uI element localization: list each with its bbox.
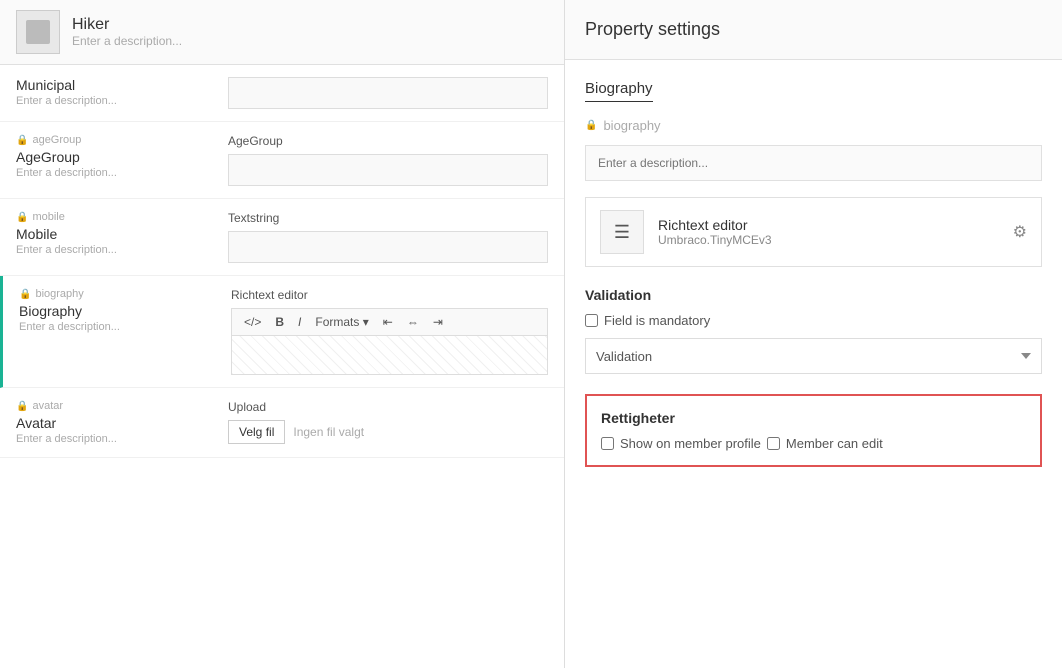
right-header: Property settings — [565, 0, 1062, 60]
prop-desc-municipal: Enter a description... — [16, 95, 216, 107]
richtext-body[interactable] — [231, 335, 548, 375]
prop-desc-avatar: Enter a description... — [16, 433, 216, 445]
bold-btn[interactable]: B — [271, 313, 288, 331]
rettigheter-section: Rettigheter Show on member profile Membe… — [585, 394, 1042, 467]
richtext-toolbar: </> B I Formats ▾ ⇤ ⇔ ⇥ — [231, 308, 548, 335]
left-header: Hiker Enter a description... — [0, 0, 564, 65]
biography-section-title: Biography — [585, 80, 653, 102]
prop-editor-agegroup: AgeGroup — [216, 134, 548, 186]
show-on-profile-label: Show on member profile — [620, 436, 761, 451]
rettigheter-title: Rettigheter — [601, 410, 1026, 426]
agegroup-input[interactable] — [228, 154, 548, 186]
align-center-btn[interactable]: ⇔ — [403, 313, 423, 331]
field-alias-row: 🔒 biography — [585, 118, 1042, 133]
rettigheter-checkboxes: Show on member profile Member can edit — [601, 436, 1026, 451]
right-panel: Property settings Biography 🔒 biography … — [565, 0, 1062, 668]
left-panel: Hiker Enter a description... Municipal E… — [0, 0, 565, 668]
lock-icon-agegroup: 🔒 — [16, 135, 28, 146]
member-name: Hiker — [72, 16, 182, 34]
property-settings-title: Property settings — [585, 19, 720, 40]
prop-desc-biography: Enter a description... — [19, 321, 219, 333]
mobile-input[interactable] — [228, 231, 548, 263]
property-row-agegroup: 🔒 ageGroup AgeGroup Enter a description.… — [0, 122, 564, 199]
editor-card-info: Richtext editor Umbraco.TinyMCEv3 — [658, 217, 772, 247]
field-alias-text: biography — [603, 118, 660, 133]
prop-label-avatar: 🔒 avatar Avatar Enter a description... — [16, 400, 216, 445]
mandatory-row: Field is mandatory — [585, 313, 1042, 328]
richtext-editor-icon: ☰ — [614, 222, 630, 243]
prop-name-municipal: Municipal — [16, 77, 216, 93]
editor-card-alias: Umbraco.TinyMCEv3 — [658, 233, 772, 247]
avatar-icon — [26, 20, 50, 44]
editor-card-name: Richtext editor — [658, 217, 772, 233]
mandatory-label: Field is mandatory — [604, 313, 710, 328]
property-row-avatar: 🔒 avatar Avatar Enter a description... U… — [0, 388, 564, 458]
prop-label-agegroup: 🔒 ageGroup AgeGroup Enter a description.… — [16, 134, 216, 179]
prop-name-biography: Biography — [19, 303, 219, 319]
prop-alias-biography: 🔒 biography — [19, 288, 219, 300]
avatar-editor-label: Upload — [228, 400, 548, 414]
header-text: Hiker Enter a description... — [72, 16, 182, 48]
validation-dropdown[interactable]: Validation — [585, 338, 1042, 374]
prop-desc-agegroup: Enter a description... — [16, 167, 216, 179]
editor-card: ☰ Richtext editor Umbraco.TinyMCEv3 ⚙ — [585, 197, 1042, 267]
align-right-btn[interactable]: ⇥ — [429, 313, 447, 331]
lock-icon-avatar: 🔒 — [16, 401, 28, 412]
prop-label-mobile: 🔒 mobile Mobile Enter a description... — [16, 211, 216, 256]
align-left-btn[interactable]: ⇤ — [379, 313, 397, 331]
prop-editor-avatar: Upload Velg fil Ingen fil valgt — [216, 400, 548, 444]
prop-name-mobile: Mobile — [16, 226, 216, 242]
choose-file-btn[interactable]: Velg fil — [228, 420, 285, 444]
formats-btn[interactable]: Formats ▾ — [311, 313, 372, 331]
italic-btn[interactable]: I — [294, 313, 305, 331]
member-description: Enter a description... — [72, 34, 182, 48]
right-content: Biography 🔒 biography ☰ Richtext editor … — [565, 60, 1062, 668]
left-content: Municipal Enter a description... 🔒 ageGr… — [0, 65, 564, 668]
description-field[interactable] — [585, 145, 1042, 181]
member-can-edit-checkbox[interactable] — [767, 437, 780, 450]
prop-editor-municipal — [216, 77, 548, 109]
prop-name-agegroup: AgeGroup — [16, 149, 216, 165]
prop-label-biography: 🔒 biography Biography Enter a descriptio… — [19, 288, 219, 333]
property-row-biography: 🔒 biography Biography Enter a descriptio… — [0, 276, 564, 388]
mobile-editor-label: Textstring — [228, 211, 548, 225]
validation-section: Validation Field is mandatory Validation — [585, 287, 1042, 374]
prop-desc-mobile: Enter a description... — [16, 244, 216, 256]
member-can-edit-label: Member can edit — [786, 436, 883, 451]
show-on-profile-checkbox[interactable] — [601, 437, 614, 450]
biography-editor-label: Richtext editor — [231, 288, 548, 302]
prop-alias-mobile: 🔒 mobile — [16, 211, 216, 223]
property-row-mobile: 🔒 mobile Mobile Enter a description... T… — [0, 199, 564, 276]
prop-editor-mobile: Textstring — [216, 211, 548, 263]
upload-placeholder: Ingen fil valgt — [293, 425, 364, 439]
upload-row: Velg fil Ingen fil valgt — [228, 420, 548, 444]
prop-editor-biography: Richtext editor </> B I Formats ▾ ⇤ ⇔ ⇥ — [219, 288, 548, 375]
lock-icon-mobile: 🔒 — [16, 212, 28, 223]
lock-icon-biography: 🔒 — [19, 289, 31, 300]
alias-lock-icon: 🔒 — [585, 120, 597, 131]
code-btn[interactable]: </> — [240, 313, 265, 331]
municipal-input[interactable] — [228, 77, 548, 109]
agegroup-editor-label: AgeGroup — [228, 134, 548, 148]
member-avatar — [16, 10, 60, 54]
validation-label: Validation — [585, 287, 1042, 303]
prop-name-avatar: Avatar — [16, 415, 216, 431]
gear-icon[interactable]: ⚙ — [1013, 222, 1027, 242]
prop-label-municipal: Municipal Enter a description... — [16, 77, 216, 107]
mandatory-checkbox[interactable] — [585, 314, 598, 327]
editor-card-icon: ☰ — [600, 210, 644, 254]
property-row-municipal: Municipal Enter a description... — [0, 65, 564, 122]
prop-alias-agegroup: 🔒 ageGroup — [16, 134, 216, 146]
prop-alias-avatar: 🔒 avatar — [16, 400, 216, 412]
